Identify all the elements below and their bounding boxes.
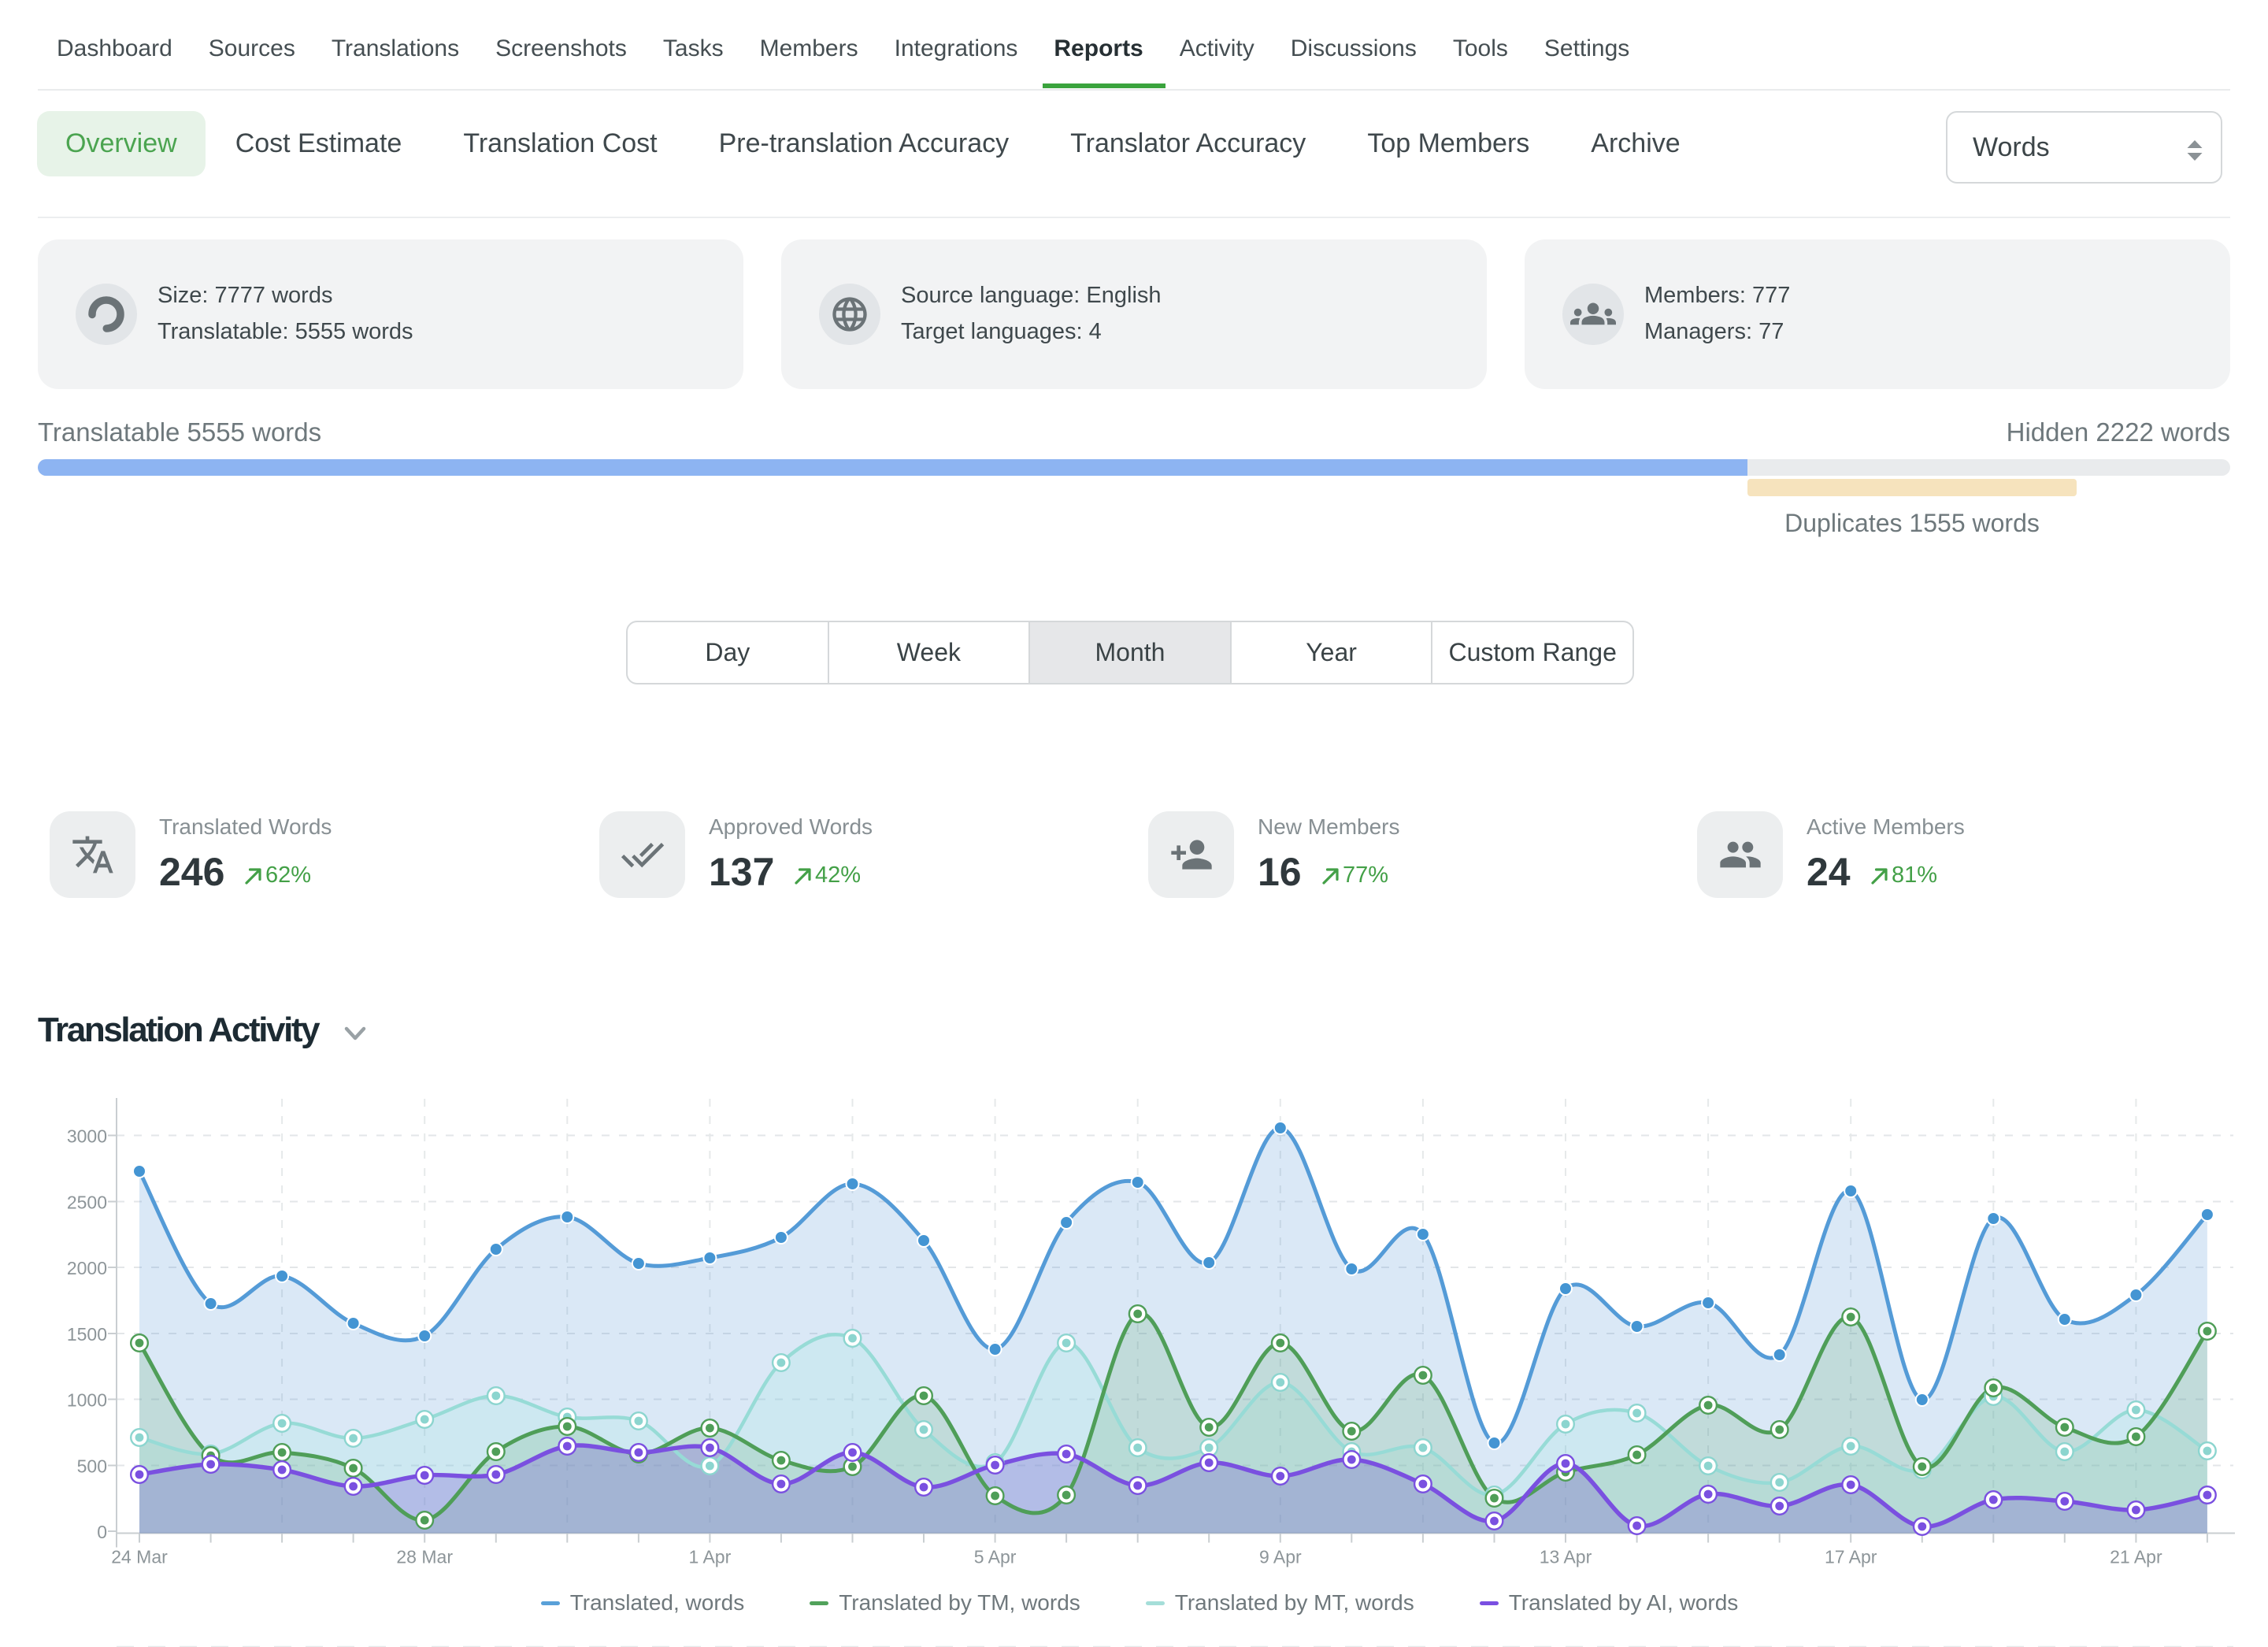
svg-text:28 Mar: 28 Mar: [396, 1547, 453, 1567]
svg-text:13 Apr: 13 Apr: [1540, 1547, 1592, 1567]
svg-text:3000: 3000: [67, 1126, 107, 1147]
svg-text:5 Apr: 5 Apr: [974, 1547, 1017, 1567]
svg-text:2000: 2000: [67, 1258, 107, 1278]
svg-text:9 Apr: 9 Apr: [1259, 1547, 1302, 1567]
svg-text:1 Apr: 1 Apr: [689, 1547, 732, 1567]
svg-text:2500: 2500: [67, 1193, 107, 1213]
svg-text:500: 500: [77, 1456, 107, 1477]
svg-text:1500: 1500: [67, 1324, 107, 1345]
svg-text:17 Apr: 17 Apr: [1825, 1547, 1877, 1567]
svg-text:21 Apr: 21 Apr: [2110, 1547, 2162, 1567]
svg-text:1000: 1000: [67, 1390, 107, 1411]
svg-text:0: 0: [97, 1522, 107, 1542]
svg-text:24 Mar: 24 Mar: [111, 1547, 168, 1567]
